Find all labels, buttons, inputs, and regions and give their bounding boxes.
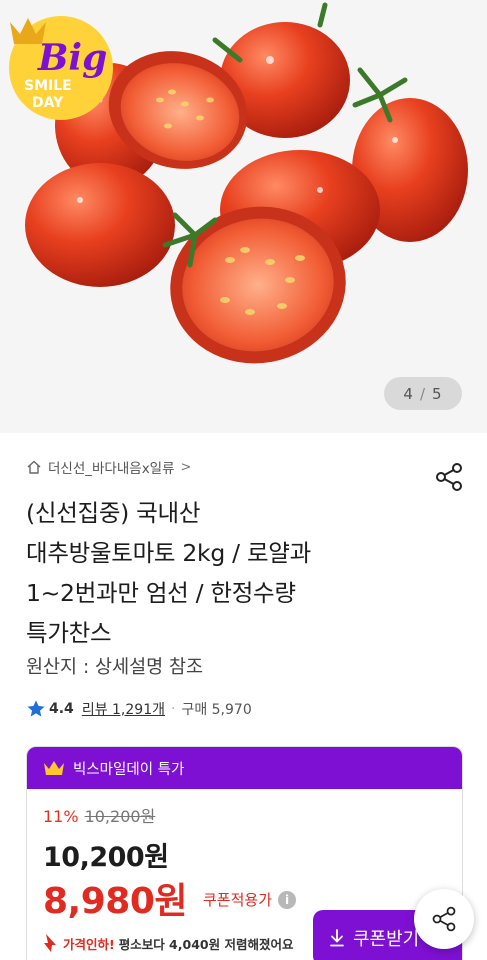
- download-icon: [330, 929, 344, 947]
- product-title: (신선집중) 국내산 대추방울토마토 2kg / 로얄과 1~2번과만 엄선 /…: [26, 499, 311, 647]
- promo-header-label: 빅스마일데이 특가: [73, 761, 185, 778]
- price-drop-notice: 가격인하! 평소보다 4,040원 저렴해졌어요: [43, 933, 293, 953]
- promo-price-box: 빅스마일데이 특가 11% 10,200원 10,200원 8,980원 쿠폰적…: [26, 746, 463, 960]
- price-drop-prefix: 가격인하!: [63, 936, 115, 952]
- discount-row: 11% 10,200원: [43, 803, 155, 827]
- gallery-page-current: 4: [403, 384, 414, 403]
- gallery-page-indicator: 4 / 5: [384, 377, 462, 410]
- floating-share-button[interactable]: [414, 889, 474, 949]
- share-icon[interactable]: [433, 461, 465, 493]
- purchase-count: 구매 5,970: [181, 702, 252, 718]
- product-origin: 원산지 : 상세설명 참조: [26, 657, 204, 678]
- separator-dot: ·: [170, 701, 176, 717]
- star-icon: [27, 700, 45, 717]
- coupon-price-label: 쿠폰적용가 i: [203, 889, 297, 910]
- price-drop-text: 평소보다 4,040원 저렴해졌어요: [118, 936, 294, 952]
- chevron-right-icon: >: [180, 459, 192, 475]
- gallery-page-separator: /: [419, 384, 427, 403]
- original-price: 10,200원: [84, 807, 156, 826]
- coupon-price: 8,980원: [43, 881, 188, 922]
- svg-text:Big: Big: [37, 37, 107, 79]
- share-icon: [432, 906, 456, 932]
- coupon-price-label-text: 쿠폰적용가: [203, 891, 273, 909]
- product-image-gallery[interactable]: Big SMILE DAY 4 / 5: [0, 0, 487, 433]
- get-coupon-label: 쿠폰받기: [353, 929, 420, 950]
- gallery-page-total: 5: [432, 384, 443, 403]
- svg-text:DAY: DAY: [32, 95, 64, 111]
- store-name: 더신선_바다내음x일류: [48, 461, 175, 477]
- rating-row: 4.4 리뷰 1,291개 · 구매 5,970: [26, 699, 252, 719]
- svg-text:SMILE: SMILE: [24, 78, 72, 94]
- rating-score: 4.4: [49, 701, 74, 717]
- arrow-down-icon: [44, 934, 56, 952]
- big-smile-day-badge: Big SMILE DAY: [9, 16, 113, 120]
- home-icon: [27, 460, 41, 474]
- promo-header: 빅스마일데이 특가: [27, 747, 462, 789]
- review-count-link[interactable]: 리뷰 1,291개: [82, 699, 165, 719]
- info-icon[interactable]: i: [278, 890, 297, 909]
- sale-price: 10,200원: [43, 842, 169, 873]
- discount-percent: 11%: [43, 807, 79, 826]
- crown-icon: [44, 761, 64, 775]
- store-link[interactable]: 더신선_바다내음x일류 >: [26, 457, 191, 477]
